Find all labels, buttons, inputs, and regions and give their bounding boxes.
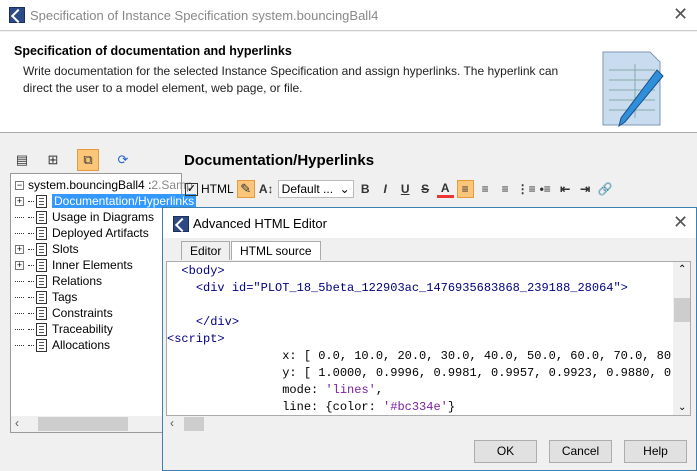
code-line: mode: 'lines',	[282, 383, 384, 397]
app-icon	[9, 7, 25, 23]
tree-item-label: Allocations	[52, 338, 111, 352]
code-horizontal-scrollbar[interactable]: ‹	[166, 416, 691, 432]
help-button[interactable]: Help	[624, 440, 687, 463]
document-icon	[36, 322, 47, 336]
document-icon	[36, 290, 47, 304]
document-icon	[36, 242, 47, 256]
tree-item-label: Deployed Artifacts	[52, 226, 149, 240]
tree-root[interactable]: − system.bouncingBall4 : 2.Samp	[15, 177, 193, 193]
code-line: <script>	[167, 332, 225, 346]
document-icon	[36, 338, 47, 352]
underline-icon[interactable]: U	[397, 182, 414, 196]
spec-toolbar: ▤ ⊞ ⧉ ⟳	[11, 149, 134, 171]
tree-icon[interactable]: ⊞	[42, 149, 64, 171]
code-line: line: {color: '#bc334e'}	[282, 400, 456, 414]
table-icon[interactable]: ▤	[11, 149, 33, 171]
hyperlink-icon[interactable]: 🔗	[597, 182, 614, 196]
tree-item-label: Documentation/Hyperlinks	[52, 194, 197, 208]
spec-tree: − system.bouncingBall4 : 2.Samp + Document…	[10, 173, 197, 433]
tree-item[interactable]: Allocations	[15, 337, 110, 353]
indent-icon[interactable]: ⇥	[577, 182, 594, 196]
document-icon	[36, 274, 47, 288]
tree-connector	[15, 312, 24, 314]
expand-icon[interactable]: +	[15, 260, 24, 270]
header-panel: Specification of documentation and hyper…	[0, 32, 697, 133]
tree-connector	[15, 280, 24, 282]
tree-connector	[15, 216, 24, 218]
italic-icon[interactable]: I	[377, 182, 394, 196]
tree-item[interactable]: Usage in Diagrams	[15, 209, 154, 225]
copy-icon[interactable]: ⧉	[77, 149, 99, 171]
tree-item-label: Inner Elements	[52, 258, 133, 272]
tree-connector	[15, 232, 24, 234]
html-toolbar: ✓ HTML ✎ A↕ Default ... ⌄ B I U S A ≡ ≡ ≡…	[185, 178, 614, 200]
tree-item[interactable]: Relations	[15, 273, 102, 289]
refresh-icon[interactable]: ⟳	[112, 149, 134, 171]
document-icon	[36, 258, 47, 272]
tree-item[interactable]: Tags	[15, 289, 77, 305]
tab-html-source[interactable]: HTML source	[231, 241, 321, 260]
window-title: Specification of Instance Specification …	[30, 8, 379, 23]
tree-item-label: Tags	[52, 290, 78, 304]
cancel-button[interactable]: Cancel	[549, 440, 612, 463]
tree-connector	[15, 328, 24, 330]
align-center-icon[interactable]: ≡	[497, 182, 514, 196]
tree-item-label: Traceability	[52, 322, 113, 336]
tab-editor[interactable]: Editor	[181, 241, 231, 260]
ok-button[interactable]: OK	[474, 440, 537, 463]
tree-item[interactable]: Deployed Artifacts	[15, 225, 149, 241]
code-line: y: [ 1.0000, 0.9996, 0.9981, 0.9957, 0.9…	[282, 366, 691, 380]
tree-connector	[15, 296, 24, 298]
tree-horizontal-scrollbar[interactable]: ‹	[11, 416, 181, 432]
tree-item[interactable]: Traceability	[15, 321, 113, 337]
code-line: x: [ 0.0, 10.0, 20.0, 30.0, 40.0, 50.0, …	[282, 349, 691, 363]
header-description: Write documentation for the selected Ins…	[23, 64, 559, 95]
header-title: Specification of documentation and hyper…	[14, 44, 292, 58]
highlight-icon[interactable]: ✎	[236, 180, 255, 198]
tree-item[interactable]: Constraints	[15, 305, 113, 321]
code-vertical-scrollbar[interactable]: ⌃ ⌄	[673, 262, 690, 415]
document-pencil-icon	[602, 51, 664, 128]
code-line: </div>	[195, 315, 240, 329]
tree-connector	[15, 344, 24, 346]
code-line: <body>	[181, 264, 225, 278]
tree-item-label: Slots	[52, 242, 79, 256]
window-title-bar: Specification of Instance Specification …	[0, 0, 697, 31]
app-icon	[173, 216, 189, 232]
bullet-list-icon[interactable]: •≡	[537, 182, 554, 196]
outdent-icon[interactable]: ⇤	[557, 182, 574, 196]
close-button[interactable]: ✕	[673, 4, 688, 25]
numbered-list-icon[interactable]: ⋮≡	[517, 182, 536, 196]
expand-icon[interactable]: +	[15, 244, 24, 254]
html-checkbox-label: HTML	[201, 182, 234, 196]
document-icon	[36, 226, 47, 240]
document-icon	[36, 210, 47, 224]
tree-item[interactable]: + Slots	[15, 241, 79, 257]
page-title: Documentation/Hyperlinks	[184, 152, 375, 169]
html-source-editor[interactable]: <body> <div id="PLOT_18_5beta_122903ac_1…	[166, 261, 691, 416]
document-icon	[36, 194, 47, 208]
tree-item-label: Relations	[52, 274, 103, 288]
align-left-icon[interactable]: ≡	[456, 180, 474, 198]
align-right-icon[interactable]: ≡	[477, 182, 494, 196]
document-icon	[36, 306, 47, 320]
expand-icon[interactable]: +	[15, 196, 24, 206]
html-checkbox[interactable]: ✓	[185, 182, 198, 196]
tree-item[interactable]: + Inner Elements	[15, 257, 133, 273]
bold-icon[interactable]: B	[357, 182, 374, 196]
tree-item-label: Usage in Diagrams	[52, 210, 155, 224]
font-select[interactable]: Default ... ⌄	[277, 180, 354, 198]
collapse-icon[interactable]: −	[15, 180, 24, 190]
strikethrough-icon[interactable]: S	[417, 182, 434, 196]
font-size-icon[interactable]: A↕	[258, 182, 275, 196]
dialog-title: Advanced HTML Editor	[193, 216, 327, 231]
font-color-icon[interactable]: A	[436, 181, 454, 198]
code-line: <div id="PLOT_18_5beta_122903ac_14769356…	[195, 281, 628, 295]
advanced-html-editor-dialog: Advanced HTML Editor ✕ Editor HTML sourc…	[162, 207, 697, 471]
dialog-close-button[interactable]: ✕	[673, 212, 688, 233]
dialog-title-bar: Advanced HTML Editor ✕	[163, 208, 696, 238]
tree-item-label: Constraints	[52, 306, 113, 320]
